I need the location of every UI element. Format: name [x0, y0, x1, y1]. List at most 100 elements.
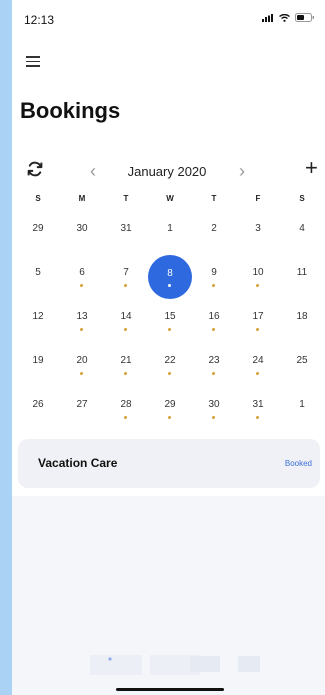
weekday-label: M	[78, 194, 86, 203]
refresh-icon[interactable]	[26, 160, 44, 178]
booking-dot	[212, 416, 215, 419]
booking-dot	[124, 328, 127, 331]
phone-screen: 12:13 Bookings ‹ January 2020 › + S M T …	[12, 0, 325, 695]
calendar-day[interactable]: 25	[282, 344, 322, 384]
chevron-left-icon[interactable]: ‹	[90, 161, 96, 182]
booking-dot	[80, 372, 83, 375]
booking-status: Booked	[284, 459, 312, 468]
booking-dot	[80, 284, 83, 287]
day-number: 8	[167, 268, 173, 279]
day-number: 3	[255, 223, 261, 234]
calendar-day[interactable]: 30	[194, 388, 234, 428]
day-number: 24	[252, 355, 264, 366]
weekday-label: S	[299, 194, 305, 203]
menu-icon[interactable]	[26, 56, 40, 70]
calendar-day[interactable]: 30	[62, 212, 102, 252]
booking-dot	[168, 284, 171, 287]
booking-dot	[124, 284, 127, 287]
calendar-day[interactable]: 4	[282, 212, 322, 252]
calendar-day[interactable]: 19	[18, 344, 58, 384]
calendar-day[interactable]: 1	[282, 388, 322, 428]
calendar-day[interactable]: 31	[238, 388, 278, 428]
calendar-day[interactable]: 11	[282, 256, 322, 296]
calendar-day[interactable]: 17	[238, 300, 278, 340]
booking-dot	[256, 416, 259, 419]
calendar-day[interactable]: 29	[18, 212, 58, 252]
calendar-day[interactable]: 7	[106, 256, 146, 296]
booking-card[interactable]: Vacation Care Booked	[18, 439, 320, 488]
calendar-day[interactable]: 3	[238, 212, 278, 252]
day-number: 26	[32, 399, 44, 410]
booking-dot	[80, 328, 83, 331]
calendar-day-selected[interactable]: 8	[148, 255, 192, 299]
calendar-day[interactable]: 23	[194, 344, 234, 384]
calendar-day[interactable]: 15	[150, 300, 190, 340]
calendar-day[interactable]: 29	[150, 388, 190, 428]
weekday-label: T	[211, 194, 217, 203]
day-number: 18	[296, 311, 308, 322]
calendar-day[interactable]: 6	[62, 256, 102, 296]
day-number: 20	[76, 355, 88, 366]
calendar-day[interactable]: 13	[62, 300, 102, 340]
calendar-day[interactable]: 28	[106, 388, 146, 428]
day-number: 1	[299, 399, 305, 410]
status-bar: 12:13	[12, 0, 325, 44]
day-number: 1	[167, 223, 173, 234]
calendar-day[interactable]: 2	[194, 212, 234, 252]
day-number: 16	[208, 311, 220, 322]
weekday-label: T	[123, 194, 129, 203]
day-number: 30	[76, 223, 88, 234]
calendar-day[interactable]: 20	[62, 344, 102, 384]
day-number: 29	[164, 399, 176, 410]
calendar-day[interactable]: 1	[150, 212, 190, 252]
calendar-day[interactable]: 18	[282, 300, 322, 340]
day-number: 17	[252, 311, 264, 322]
day-number: 25	[296, 355, 308, 366]
weekday-label: F	[255, 194, 261, 203]
booking-dot	[212, 372, 215, 375]
calendar-day[interactable]: 27	[62, 388, 102, 428]
calendar-day[interactable]: 26	[18, 388, 58, 428]
day-number: 9	[211, 267, 217, 278]
app-switcher-preview	[90, 655, 260, 675]
calendar-toolbar: ‹ January 2020 › +	[12, 154, 325, 188]
chevron-right-icon[interactable]: ›	[239, 161, 245, 182]
booking-dot	[256, 372, 259, 375]
calendar-day[interactable]: 31	[106, 212, 146, 252]
status-icons	[262, 13, 315, 22]
booking-dot	[168, 328, 171, 331]
day-number: 14	[120, 311, 132, 322]
wifi-icon	[279, 13, 290, 22]
day-number: 15	[164, 311, 176, 322]
calendar-day[interactable]: 5	[18, 256, 58, 296]
booking-dot	[124, 372, 127, 375]
status-time: 12:13	[24, 13, 55, 27]
day-number: 5	[35, 267, 41, 278]
booking-dot	[256, 328, 259, 331]
calendar-day[interactable]: 21	[106, 344, 146, 384]
day-number: 4	[299, 223, 305, 234]
day-number: 11	[296, 267, 308, 278]
day-number: 28	[120, 399, 132, 410]
day-number: 27	[76, 399, 88, 410]
day-number: 23	[208, 355, 220, 366]
home-indicator	[116, 688, 224, 691]
calendar-day[interactable]: 16	[194, 300, 234, 340]
add-icon[interactable]: +	[305, 157, 318, 179]
month-label: January 2020	[127, 164, 207, 179]
day-number: 7	[123, 267, 129, 278]
calendar-day[interactable]: 9	[194, 256, 234, 296]
battery-icon	[295, 13, 314, 22]
day-number: 30	[208, 399, 220, 410]
calendar-day[interactable]: 14	[106, 300, 146, 340]
weekday-label: W	[166, 194, 174, 203]
calendar-day[interactable]: 22	[150, 344, 190, 384]
weekday-label: S	[35, 194, 41, 203]
calendar-day[interactable]: 10	[238, 256, 278, 296]
day-number: 6	[79, 267, 85, 278]
day-number: 12	[32, 311, 44, 322]
calendar-day[interactable]: 24	[238, 344, 278, 384]
calendar-day[interactable]: 12	[18, 300, 58, 340]
page-title: Bookings	[20, 98, 121, 123]
booking-dot	[124, 416, 127, 419]
